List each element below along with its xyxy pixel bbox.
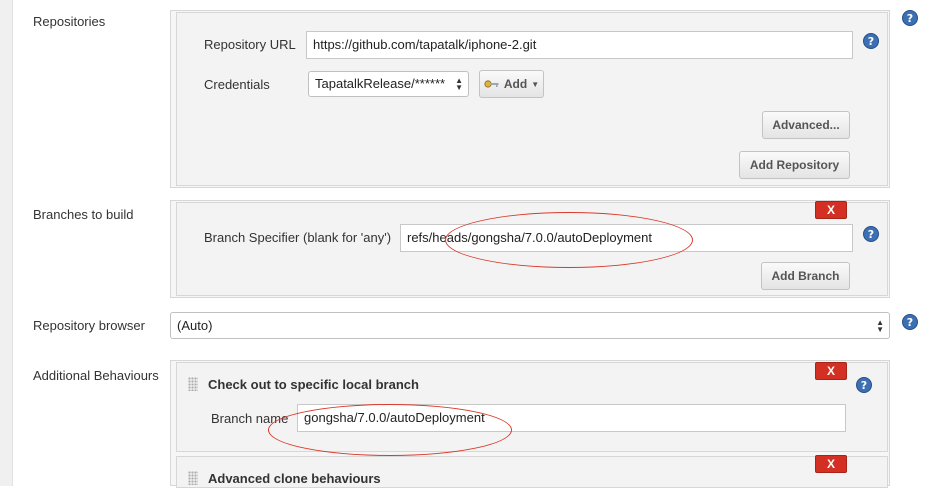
delete-behaviour-button[interactable]: X — [815, 362, 847, 380]
left-gutter — [0, 0, 13, 486]
delete-branch-button[interactable]: X — [815, 201, 847, 219]
credentials-value: TapatalkRelease/****** — [315, 76, 446, 91]
repository-url-input[interactable]: https://github.com/tapatalk/iphone-2.git — [306, 31, 853, 59]
help-icon[interactable]: ? — [863, 226, 879, 242]
add-branch-button[interactable]: Add Branch — [761, 262, 850, 290]
help-icon[interactable]: ? — [902, 10, 918, 26]
repositories-label: Repositories — [33, 14, 106, 29]
delete-behaviour-button[interactable]: X — [815, 455, 847, 473]
repository-browser-label: Repository browser — [33, 318, 145, 333]
help-icon[interactable]: ? — [902, 314, 918, 330]
help-icon[interactable]: ? — [856, 377, 872, 393]
credentials-select[interactable]: TapatalkRelease/****** ▲ ▼ — [308, 71, 469, 97]
help-icon[interactable]: ? — [863, 33, 879, 49]
behaviour-title: Check out to specific local branch — [208, 377, 419, 392]
dropdown-arrow-icon: ▼ — [531, 79, 540, 89]
repository-url-label: Repository URL — [204, 37, 296, 52]
select-arrows-icon: ▲ ▼ — [455, 76, 463, 92]
repository-browser-value: (Auto) — [177, 318, 213, 333]
drag-handle-icon[interactable] — [188, 377, 198, 391]
add-credentials-button[interactable]: Add ▼ — [479, 70, 544, 98]
additional-behaviours-label: Additional Behaviours — [33, 368, 159, 383]
credentials-label: Credentials — [204, 77, 270, 92]
select-arrows-icon: ▲ ▼ — [876, 318, 884, 334]
advanced-button[interactable]: Advanced... — [762, 111, 850, 139]
add-button-label: Add — [503, 77, 528, 91]
drag-handle-icon[interactable] — [188, 471, 198, 485]
repository-browser-select[interactable]: (Auto) ▲ ▼ — [170, 312, 890, 339]
key-icon — [484, 79, 500, 89]
behaviour-title: Advanced clone behaviours — [208, 471, 381, 486]
branch-specifier-label: Branch Specifier (blank for 'any') — [204, 230, 392, 245]
annotation-ellipse — [268, 404, 512, 456]
annotation-ellipse — [445, 212, 693, 268]
branches-label: Branches to build — [33, 207, 134, 222]
add-repository-button[interactable]: Add Repository — [739, 151, 850, 179]
